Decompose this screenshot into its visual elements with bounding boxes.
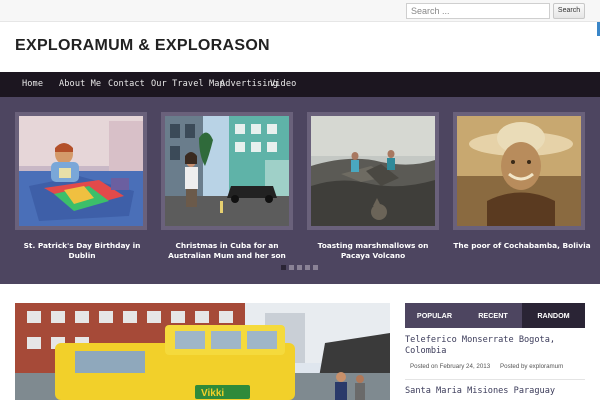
slide-2-photo[interactable] <box>165 116 289 226</box>
slide-3-caption[interactable]: Toasting marshmallows on Pacaya Volcano <box>303 241 443 261</box>
post-author[interactable]: Posted by exploramum <box>500 363 563 370</box>
slide-1-caption[interactable]: St. Patrick's Day Birthday in Dublin <box>12 241 152 261</box>
sidebar-tabs: POPULAR RECENT RANDOM <box>405 303 585 328</box>
tab-random[interactable]: RANDOM <box>522 303 585 328</box>
post-divider <box>405 379 585 380</box>
slider-dot[interactable] <box>297 265 302 270</box>
nav-item-our-travel-map[interactable]: Our Travel Map <box>151 79 225 89</box>
top-bar: Search <box>0 0 600 22</box>
slide-2-caption[interactable]: Christmas in Cuba for an Australian Mum … <box>160 241 294 261</box>
main-nav: Home About Me Contact Our Travel Map Adv… <box>0 72 600 97</box>
slide-4-photo[interactable] <box>457 116 581 226</box>
nav-item-home[interactable]: Home <box>22 79 43 89</box>
slider-dot[interactable] <box>313 265 318 270</box>
slider-dot[interactable] <box>305 265 310 270</box>
slide-1[interactable] <box>15 112 147 230</box>
slider-pagination <box>281 265 321 271</box>
slider-dot[interactable] <box>289 265 294 270</box>
post-title-link[interactable]: Teleferico Monserrate Bogota, Colombia <box>405 335 590 357</box>
search-button[interactable]: Search <box>553 3 585 19</box>
slide-3-photo[interactable] <box>311 116 435 226</box>
tab-popular[interactable]: POPULAR <box>405 303 464 328</box>
slide-2[interactable] <box>161 112 293 230</box>
featured-slider: St. Patrick's Day Birthday in Dublin Chr… <box>0 97 600 284</box>
slide-4[interactable] <box>453 112 585 230</box>
nav-item-about-me[interactable]: About Me <box>59 79 101 89</box>
nav-item-video[interactable]: Video <box>270 79 296 89</box>
featured-post-image[interactable]: Vikki <box>15 303 390 400</box>
slider-dot[interactable] <box>281 265 286 270</box>
slide-3[interactable] <box>307 112 439 230</box>
slide-4-caption[interactable]: The poor of Cochabamba, Bolivia <box>452 241 592 251</box>
slide-1-photo[interactable] <box>19 116 143 226</box>
post-title-link[interactable]: Santa Maria Misiones Paraguay <box>405 386 590 397</box>
vehicle-sign-text: Vikki <box>201 388 224 399</box>
search-input[interactable] <box>406 3 550 19</box>
tab-recent[interactable]: RECENT <box>464 303 522 328</box>
nav-item-contact[interactable]: Contact <box>108 79 145 89</box>
post-date: Posted on February 24, 2013 <box>410 363 491 370</box>
site-title[interactable]: EXPLORAMUM & EXPLORASON <box>15 37 270 55</box>
